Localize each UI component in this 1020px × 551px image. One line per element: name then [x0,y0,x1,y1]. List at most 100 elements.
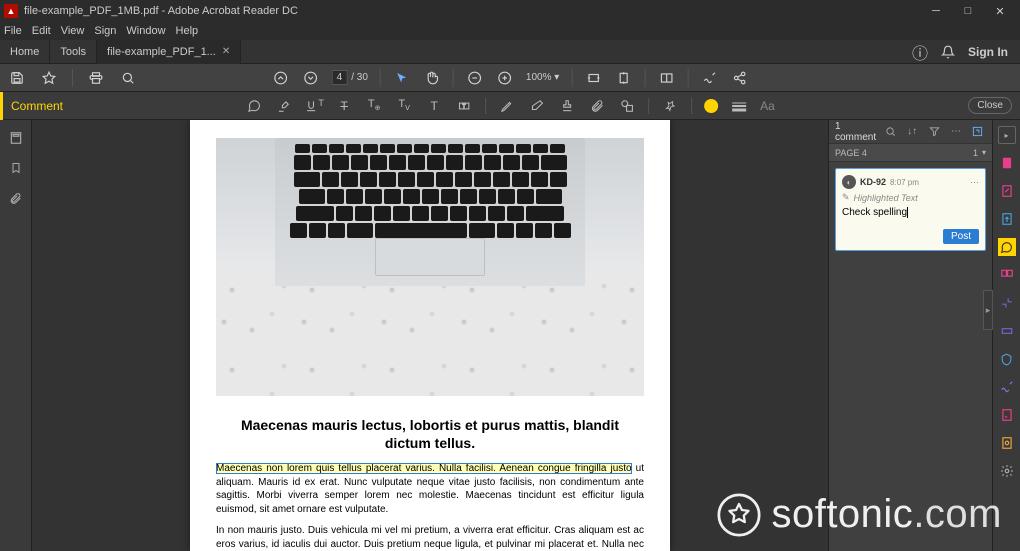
protect-tool-icon[interactable] [998,350,1016,368]
zoom-in-icon[interactable] [496,69,514,87]
textbox-tool-icon[interactable]: T [455,97,473,115]
more-tools-icon[interactable] [998,462,1016,480]
comment-toolbar: Comment T T T⊕ Tᐯ T T Aa Close [0,92,1020,120]
comment-card[interactable]: ◐ KD-92 8:07 pm ⋯ ✎ Highlighted Text Che… [835,168,986,251]
menu-file[interactable]: File [4,25,22,37]
insert-text-tool-icon[interactable]: Tᐯ [395,97,413,115]
zoom-out-icon[interactable] [466,69,484,87]
tab-home[interactable]: Home [0,40,50,64]
star-icon[interactable] [40,69,58,87]
document-viewport[interactable]: Maecenas mauris lectus, lobortis et puru… [32,120,828,551]
window-titlebar: ▲ file-example_PDF_1MB.pdf - Adobe Acrob… [0,0,1020,22]
info-icon[interactable]: ⓘ [912,44,928,60]
comment-title: Comment [3,99,63,113]
text-comment-tool-icon[interactable]: T [425,97,443,115]
left-nav-rail [0,120,32,551]
right-tool-rail: ▸ ▸ [992,120,1020,551]
menu-window[interactable]: Window [126,25,165,37]
hand-tool-icon[interactable] [423,69,441,87]
comment-options-icon[interactable]: ⋯ [948,124,964,140]
fit-width-icon[interactable] [584,69,602,87]
document-paragraph-2: In non mauris justo. Duis vehicula mi ve… [216,524,644,551]
shapes-tool-icon[interactable] [618,97,636,115]
stamp-tool-icon[interactable] [558,97,576,115]
tab-document[interactable]: file-example_PDF_1... ✕ [97,40,241,64]
comment-text-input[interactable]: Check spelling [842,207,979,221]
comments-panel-header: 1 comment ↓↑ ⋯ [829,120,992,144]
read-mode-icon[interactable] [657,69,675,87]
tab-tools[interactable]: Tools [50,40,97,64]
pin-tool-icon[interactable] [661,97,679,115]
attachment-tool-icon[interactable] [588,97,606,115]
save-icon[interactable] [8,69,26,87]
comment-username: KD-92 [860,177,886,187]
fill-sign-tool-icon[interactable] [998,378,1016,396]
redact-tool-icon[interactable] [998,322,1016,340]
fit-page-icon[interactable] [614,69,632,87]
comments-page-group[interactable]: PAGE 4 1 ▾ [829,144,992,162]
comment-menu-icon[interactable]: ⋯ [970,177,979,188]
underline-tool-icon[interactable]: T [305,97,323,115]
comment-sort-icon[interactable]: ↓↑ [904,124,920,140]
close-comment-button[interactable]: Close [968,97,1012,114]
acrobat-app-icon: ▲ [4,4,18,18]
menu-sign[interactable]: Sign [94,25,116,37]
document-heading: Maecenas mauris lectus, lobortis et puru… [236,416,624,452]
comment-tool-icon[interactable] [998,238,1016,256]
compress-tool-icon[interactable] [998,294,1016,312]
main-toolbar: 4 / 30 100% ▾ [0,64,1020,92]
selection-tool-icon[interactable] [393,69,411,87]
window-minimize-button[interactable]: ─ [920,0,952,22]
page-down-icon[interactable] [302,69,320,87]
attachment-panel-icon[interactable] [8,190,24,206]
replace-text-tool-icon[interactable]: T⊕ [365,97,383,115]
convert-tool-icon[interactable] [998,434,1016,452]
window-title: file-example_PDF_1MB.pdf - Adobe Acrobat… [24,5,920,17]
highlighted-text[interactable]: Maecenas non lorem quis tellus placerat … [216,463,632,474]
sign-tool-icon[interactable] [700,69,718,87]
sign-in-link[interactable]: Sign In [968,45,1008,59]
share-icon[interactable] [730,69,748,87]
sticky-note-tool-icon[interactable] [245,97,263,115]
text-props-label[interactable]: Aa [760,99,775,113]
page-up-icon[interactable] [272,69,290,87]
tab-close-icon[interactable]: ✕ [222,46,230,57]
collapse-rail-icon[interactable]: ▸ [998,126,1016,144]
zoom-level[interactable]: 100% ▾ [526,72,559,83]
organize-tool-icon[interactable] [998,266,1016,284]
comment-filter-icon[interactable] [926,124,942,140]
rail-collapse-handle[interactable]: ▸ [983,290,993,330]
comment-expand-icon[interactable] [970,124,986,140]
create-pdf-tool-icon[interactable] [998,154,1016,172]
pencil-tool-icon[interactable] [498,97,516,115]
eraser-tool-icon[interactable] [528,97,546,115]
post-comment-button[interactable]: Post [943,229,979,244]
window-close-button[interactable]: ✕ [984,0,1016,22]
line-weight-icon[interactable] [730,97,748,115]
menu-edit[interactable]: Edit [32,25,51,37]
comment-time: 8:07 pm [890,178,919,187]
menu-help[interactable]: Help [176,25,199,37]
send-for-signature-tool-icon[interactable] [998,406,1016,424]
comment-search-icon[interactable] [882,124,898,140]
window-maximize-button[interactable]: □ [952,0,984,22]
menu-view[interactable]: View [61,25,85,37]
highlight-glyph-icon: ✎ [842,192,850,203]
pdf-page: Maecenas mauris lectus, lobortis et puru… [190,120,670,551]
bookmark-panel-icon[interactable] [8,160,24,176]
notification-bell-icon[interactable] [940,44,956,60]
menubar: File Edit View Sign Window Help [0,22,1020,40]
comments-panel: 1 comment ↓↑ ⋯ PAGE 4 1 ▾ ◐ KD-92 8:07 p… [828,120,992,551]
print-icon[interactable] [87,69,105,87]
strikethrough-tool-icon[interactable]: T [335,97,353,115]
thumbnail-panel-icon[interactable] [8,130,24,146]
edit-pdf-tool-icon[interactable] [998,182,1016,200]
highlight-tool-icon[interactable] [275,97,293,115]
comment-count: 1 comment [835,121,876,143]
document-paragraph-1: Maecenas non lorem quis tellus placerat … [216,462,644,516]
page-indicator: 4 / 30 [332,70,368,85]
search-icon[interactable] [119,69,137,87]
page-current-input[interactable]: 4 [332,70,348,85]
export-pdf-tool-icon[interactable] [998,210,1016,228]
color-picker-dot[interactable] [704,99,718,113]
